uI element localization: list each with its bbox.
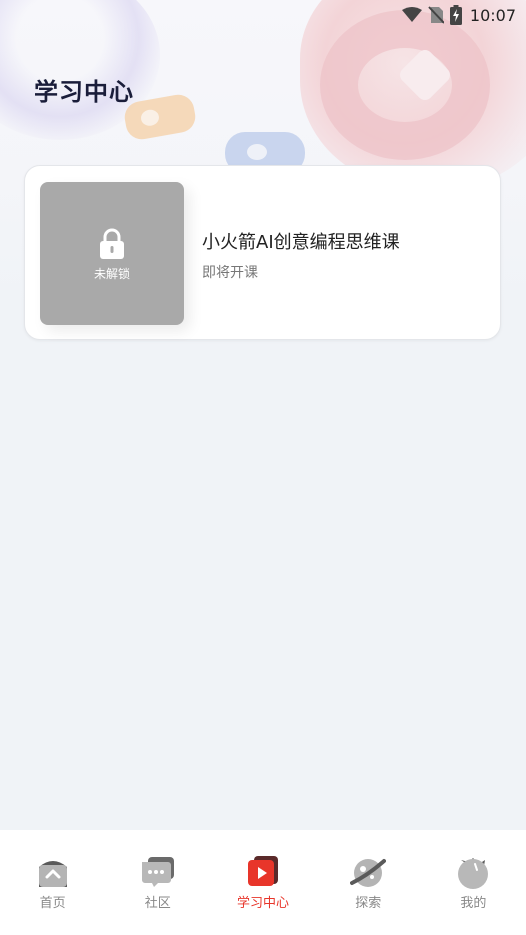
battery-charging-icon bbox=[449, 5, 462, 25]
no-sim-icon bbox=[428, 6, 444, 24]
lock-icon bbox=[100, 228, 124, 259]
nav-label-learning-center: 学习中心 bbox=[237, 896, 290, 911]
explore-icon bbox=[350, 859, 387, 887]
nav-item-explore[interactable]: 探索 bbox=[316, 830, 421, 935]
nav-label-explore: 探索 bbox=[355, 896, 382, 911]
nav-label-profile: 我的 bbox=[460, 896, 487, 911]
red-ring-decoration bbox=[320, 10, 490, 160]
nav-item-home[interactable]: 首页 bbox=[0, 830, 105, 935]
course-title: 小火箭AI创意编程思维课 bbox=[202, 232, 400, 253]
home-icon bbox=[38, 861, 67, 887]
course-thumbnail-locked: 未解锁 bbox=[40, 182, 184, 325]
nav-label-home: 首页 bbox=[39, 896, 66, 911]
nav-item-learning-center[interactable]: 学习中心 bbox=[210, 830, 315, 935]
status-time: 10:07 bbox=[469, 5, 516, 25]
nav-item-community[interactable]: 社区 bbox=[105, 830, 210, 935]
course-status: 即将开课 bbox=[202, 265, 258, 281]
status-bar: 10:07 bbox=[401, 4, 516, 26]
lock-label: 未解锁 bbox=[93, 267, 130, 281]
course-card[interactable]: 未解锁 小火箭AI创意编程思维课 即将开课 bbox=[24, 165, 501, 340]
wifi-icon bbox=[401, 7, 422, 22]
learning-center-icon bbox=[248, 856, 278, 886]
bottom-nav: 首页 社区 学习中心 探索 我的 bbox=[0, 830, 526, 935]
nav-label-community: 社区 bbox=[144, 896, 171, 911]
nav-item-profile[interactable]: 我的 bbox=[421, 830, 526, 935]
page-title: 学习中心 bbox=[34, 78, 134, 106]
community-icon bbox=[141, 857, 174, 887]
profile-icon bbox=[458, 858, 489, 889]
